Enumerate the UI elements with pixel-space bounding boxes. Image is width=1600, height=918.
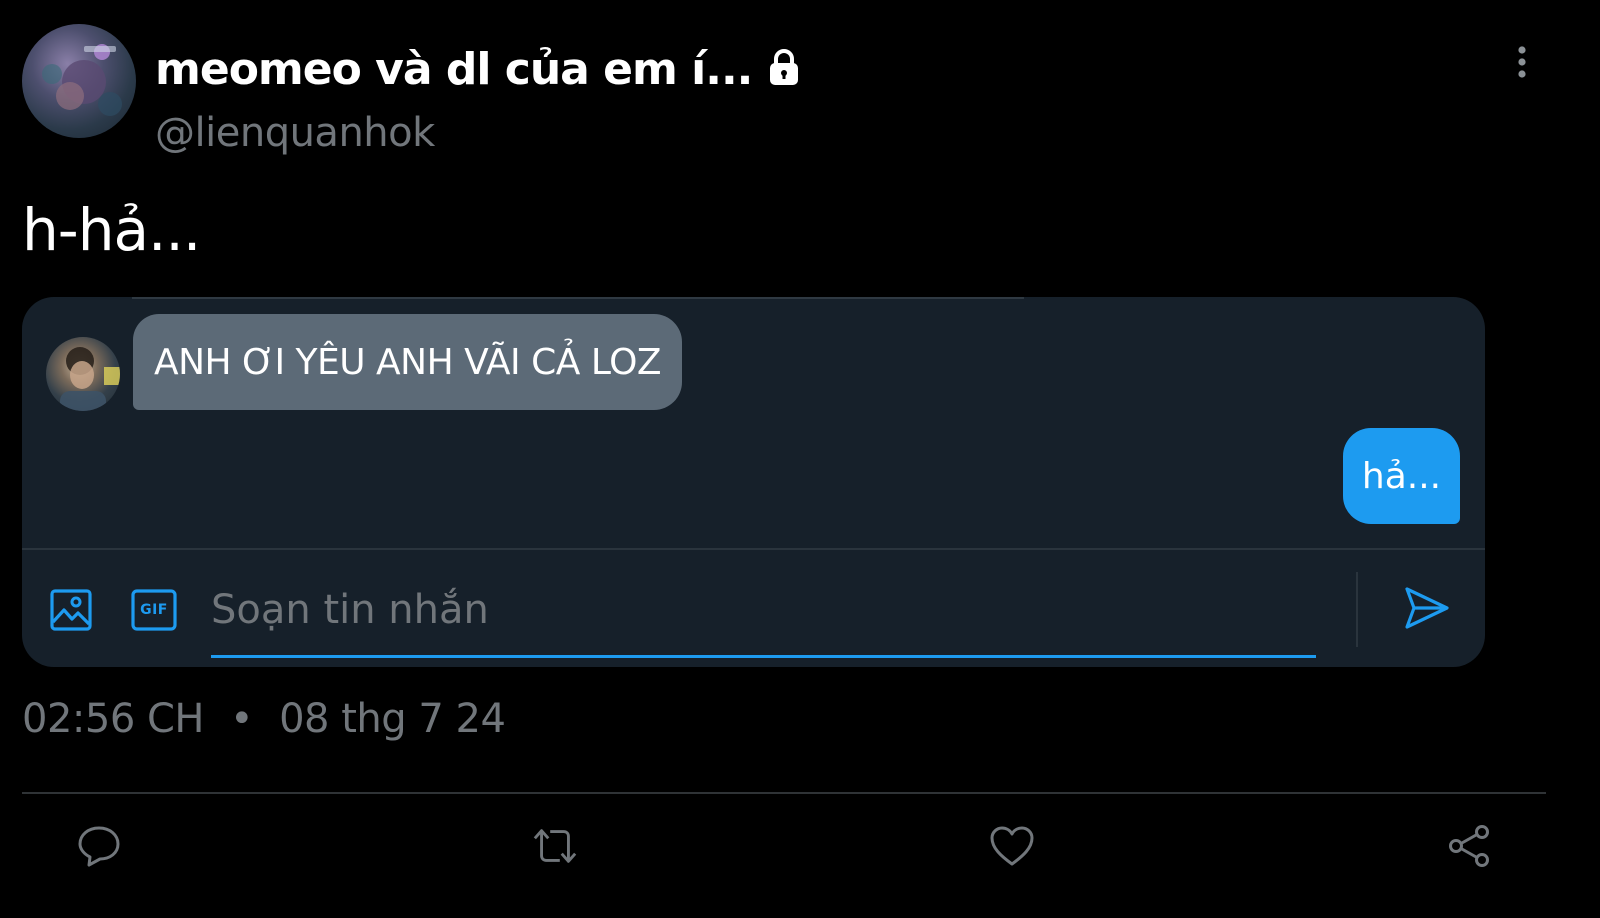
more-options-button[interactable] xyxy=(1505,40,1539,84)
sender-avatar[interactable] xyxy=(46,337,120,411)
card-top-line xyxy=(132,297,1024,299)
tweet-text: h-hả... xyxy=(22,196,201,264)
send-divider xyxy=(1356,572,1358,647)
author-avatar[interactable] xyxy=(22,24,136,138)
incoming-message-bubble: ANH ƠI YÊU ANH VÃI CẢ LOZ xyxy=(133,314,683,410)
tweet-time: 02:56 CH xyxy=(22,696,205,742)
lock-icon xyxy=(764,47,804,92)
like-button[interactable] xyxy=(988,822,1036,870)
gif-label: GIF xyxy=(140,602,168,618)
author-handle[interactable]: @lienquanhok xyxy=(155,110,435,156)
share-button[interactable] xyxy=(1445,822,1493,870)
retweet-icon xyxy=(533,829,577,863)
retweet-button[interactable] xyxy=(531,822,579,870)
tweet-timestamp[interactable]: 02:56 CH • 08 thg 7 24 xyxy=(22,696,506,742)
send-icon xyxy=(1405,587,1449,629)
tweet-date: 08 thg 7 24 xyxy=(279,696,506,742)
like-icon xyxy=(990,826,1034,866)
gif-button[interactable]: GIF xyxy=(130,586,178,634)
send-button[interactable] xyxy=(1402,583,1452,633)
share-icon xyxy=(1449,825,1489,867)
message-input[interactable] xyxy=(211,575,1316,645)
display-name-row[interactable]: meomeo và dl của em í... xyxy=(155,38,804,100)
reply-icon xyxy=(78,826,120,867)
sender-avatar-image xyxy=(60,347,120,411)
image-icon xyxy=(50,589,92,631)
more-vertical-icon xyxy=(1518,46,1526,78)
input-underline xyxy=(211,655,1316,658)
outgoing-message-bubble: hả... xyxy=(1343,428,1460,524)
avatar-image xyxy=(42,44,122,116)
add-media-button[interactable] xyxy=(47,586,95,634)
dm-preview-card: ANH ƠI YÊU ANH VÃI CẢ LOZ hả... GIF xyxy=(22,297,1485,667)
actions-divider xyxy=(22,792,1546,794)
display-name[interactable]: meomeo và dl của em í... xyxy=(155,44,753,95)
timestamp-separator: • xyxy=(230,696,254,742)
reply-button[interactable] xyxy=(75,822,123,870)
composer-divider xyxy=(22,548,1485,550)
